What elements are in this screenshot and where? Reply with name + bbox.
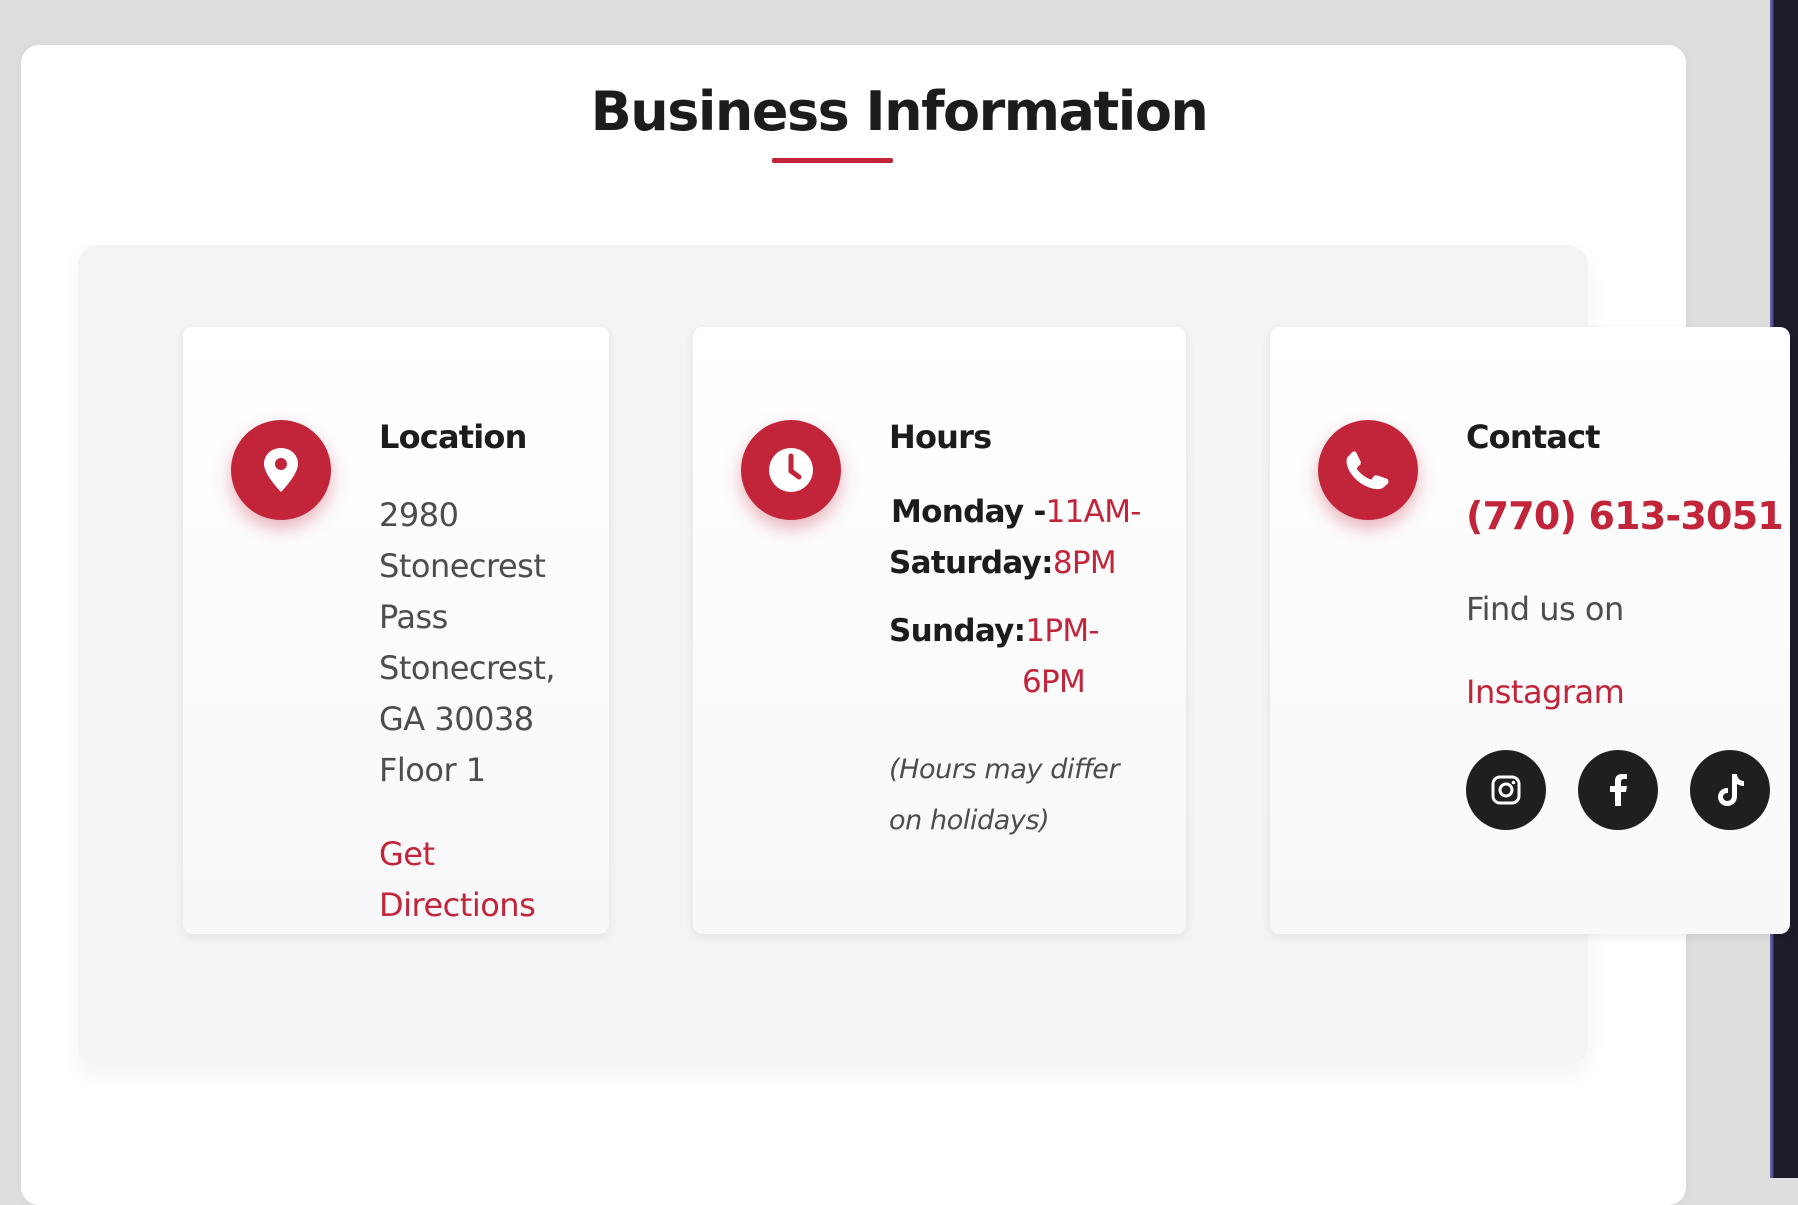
- instagram-link[interactable]: Instagram: [1466, 667, 1625, 718]
- location-address: 2980 Stonecrest Pass Stonecrest, GA 3003…: [379, 490, 556, 796]
- address-line: Stonecrest: [379, 547, 546, 585]
- weekday-hours-row-2: Saturday:8PM: [889, 545, 1117, 581]
- contact-heading: Contact: [1466, 418, 1601, 456]
- hours-note-line: on holidays): [889, 805, 1050, 836]
- weekday-label: Saturday:: [889, 545, 1054, 581]
- clock-icon: [741, 420, 841, 520]
- sunday-time: 1PM-: [1025, 613, 1099, 649]
- weekday-time: 8PM: [1052, 545, 1117, 581]
- find-us-text: Find us on: [1466, 590, 1624, 628]
- address-line: Floor 1: [379, 751, 486, 789]
- phone-link[interactable]: (770) 613-3051: [1466, 494, 1784, 538]
- get-directions-line: Directions: [379, 886, 536, 924]
- location-heading: Location: [379, 418, 527, 456]
- sunday-label: Sunday:: [889, 613, 1026, 649]
- tiktok-icon[interactable]: [1690, 750, 1770, 830]
- instagram-icon[interactable]: [1466, 750, 1546, 830]
- address-line: Stonecrest,: [379, 649, 556, 687]
- section-title: Business Information: [590, 80, 1209, 143]
- address-line: GA 30038: [379, 700, 534, 738]
- map-pin-icon: [231, 420, 331, 520]
- facebook-icon[interactable]: [1578, 750, 1658, 830]
- phone-icon: [1318, 420, 1418, 520]
- title-underline: [772, 158, 893, 163]
- address-line: Pass: [379, 598, 448, 636]
- weekday-time: 11AM-: [1045, 494, 1142, 530]
- hours-note: (Hours may differ on holidays): [889, 744, 1120, 846]
- weekday-label: Monday -: [891, 494, 1046, 530]
- address-line: 2980: [379, 496, 459, 534]
- weekday-hours-row-1: Monday -11AM-: [891, 494, 1141, 530]
- sunday-time: 6PM: [1022, 664, 1086, 700]
- hours-heading: Hours: [889, 418, 992, 456]
- sunday-hours-row: Sunday:1PM-: [889, 613, 1100, 649]
- get-directions-link[interactable]: Get Directions: [379, 829, 536, 931]
- hours-note-line: (Hours may differ: [889, 754, 1120, 785]
- get-directions-line: Get: [379, 835, 435, 873]
